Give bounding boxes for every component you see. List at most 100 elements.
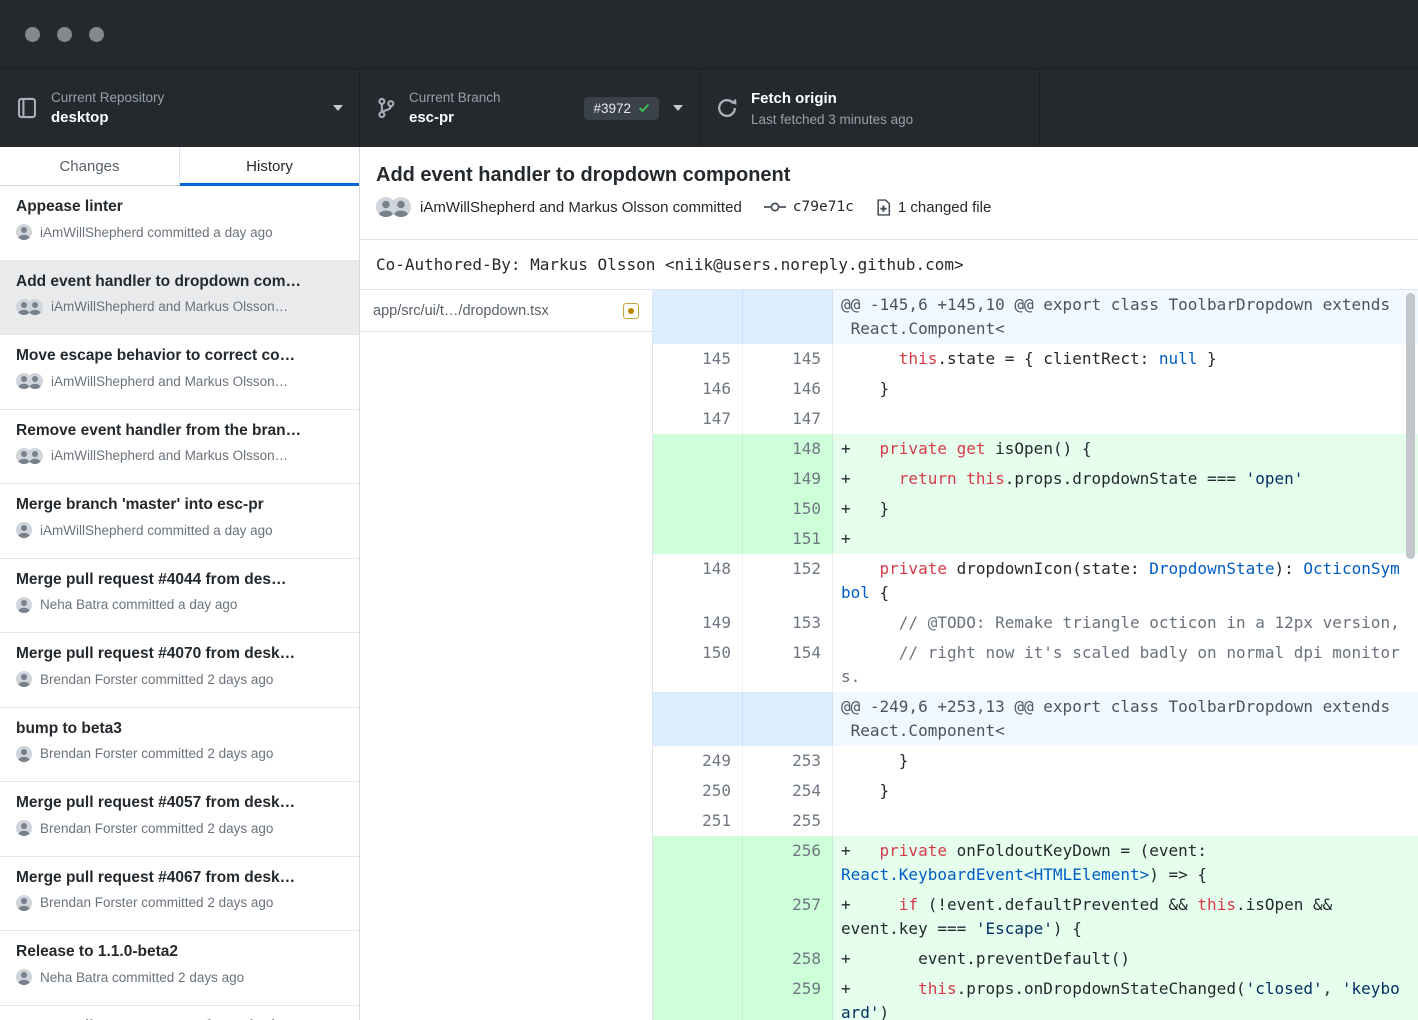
commit-item-meta-text: Brendan Forster committed 2 days ago (40, 672, 273, 687)
branch-selector[interactable]: Current Branch esc-pr #3972 (360, 69, 700, 147)
diff-row-added: 151+ (653, 524, 1418, 554)
pr-number: #3972 (593, 101, 631, 116)
diff-code-line: + private onFoldoutKeyDown = (event:Reac… (833, 836, 1418, 890)
diff-row-context: 250254 } (653, 776, 1418, 806)
toolbar: Current Repository desktop Current Branc… (0, 68, 1418, 147)
diff-row-context: 150154 // right now it's scaled badly on… (653, 638, 1418, 692)
commit-item-meta: iAmWillShepherd and Markus Olsson… (16, 299, 343, 315)
commit-item-title: Appease linter (16, 197, 343, 217)
tab-changes[interactable]: Changes (0, 147, 179, 185)
minimize-button[interactable] (57, 27, 72, 42)
commit-header: Add event handler to dropdown component … (360, 147, 1418, 240)
changed-files-count: 1 changed file (898, 199, 991, 216)
commit-item-meta: Brendan Forster committed 2 days ago (16, 746, 343, 762)
diff-row-context: 249253 } (653, 746, 1418, 776)
diff-code-line: this.state = { clientRect: null } (833, 344, 1418, 374)
diff-code-line: + event.preventDefault() (833, 944, 1418, 974)
file-path: app/src/ui/t…/dropdown.tsx (373, 303, 613, 319)
avatar (16, 224, 32, 240)
commit-sha: c79e71c (793, 199, 854, 215)
commit-item-avatars (16, 522, 32, 538)
new-line-number: 253 (743, 746, 833, 776)
changed-files-list: app/src/ui/t…/dropdown.tsx (360, 290, 653, 1020)
commit-item[interactable]: Add event handler to dropdown com…iAmWil… (0, 261, 359, 336)
diff-code-line (833, 404, 1418, 434)
diff-code-line (833, 806, 1418, 836)
diff-code-line: + (833, 524, 1418, 554)
commit-item-avatars (16, 224, 32, 240)
commit-description: Co-Authored-By: Markus Olsson <niik@user… (360, 240, 1418, 290)
diff-row-context: 145145 this.state = { clientRect: null } (653, 344, 1418, 374)
commit-item[interactable]: bump to beta3 Brendan Forster committed 2… (0, 708, 359, 783)
commit-item-avatars (16, 969, 32, 985)
commit-item-avatars (16, 895, 32, 911)
commit-item[interactable]: Move escape behavior to correct co…iAmWi… (0, 335, 359, 410)
commit-item-title: bump to beta3 (16, 719, 343, 739)
close-button[interactable] (25, 27, 40, 42)
diff-code-line: + if (!event.defaultPrevented && this.is… (833, 890, 1418, 944)
repository-name: desktop (51, 108, 164, 127)
pr-number-badge: #3972 (584, 97, 659, 120)
app-window: Current Repository desktop Current Branc… (0, 0, 1418, 1020)
commit-item-avatars (16, 299, 43, 315)
file-item[interactable]: app/src/ui/t…/dropdown.tsx (360, 290, 652, 332)
fetch-origin-button[interactable]: Fetch origin Last fetched 3 minutes ago (700, 69, 1040, 147)
old-line-number (653, 434, 743, 464)
tab-history[interactable]: History (179, 147, 359, 185)
diff-row-hunk-header: @@ -145,6 +145,10 @@ export class Toolba… (653, 290, 1418, 344)
commit-item-avatars (16, 746, 32, 762)
zoom-button[interactable] (89, 27, 104, 42)
avatar (16, 522, 32, 538)
repository-selector[interactable]: Current Repository desktop (0, 69, 360, 147)
new-line-number: 145 (743, 344, 833, 374)
commit-meta: iAmWillShepherd and Markus Olsson commit… (376, 197, 1402, 217)
commit-item[interactable]: Merge branch 'master' into esc-priAmWill… (0, 484, 359, 559)
avatar (27, 299, 43, 315)
commit-byline: iAmWillShepherd and Markus Olsson commit… (420, 199, 742, 216)
diff-code-line: private dropdownIcon(state: DropdownStat… (833, 554, 1418, 608)
commit-item-meta-text: Neha Batra committed a day ago (40, 597, 237, 612)
commit-item-meta-text: Brendan Forster committed 2 days ago (40, 895, 273, 910)
diff-row-added: 259+ this.props.onDropdownStateChanged('… (653, 974, 1418, 1020)
sidebar-tabs: Changes History (0, 147, 359, 186)
old-line-number (653, 524, 743, 554)
check-icon (638, 103, 650, 113)
new-line-number: 150 (743, 494, 833, 524)
commit-item[interactable]: Merge pull request #4070 from desk…Brend… (0, 633, 359, 708)
commit-item[interactable]: Remove event handler from the bran…iAmWi… (0, 410, 359, 485)
commit-item[interactable]: Merge pull request #4067 from desk…Brend… (0, 857, 359, 932)
chevron-down-icon (333, 105, 343, 111)
new-line-number: 153 (743, 608, 833, 638)
commit-title: Add event handler to dropdown component (376, 162, 1402, 188)
diff-row-added: 149+ return this.props.dropdownState ===… (653, 464, 1418, 494)
git-branch-icon (376, 97, 396, 119)
diff-row-added: 148+ private get isOpen() { (653, 434, 1418, 464)
commit-item[interactable]: Merge pull request #4057 from desk…Brend… (0, 782, 359, 857)
avatar (27, 448, 43, 464)
diff-view: @@ -145,6 +145,10 @@ export class Toolba… (653, 290, 1418, 1020)
new-line-number: 148 (743, 434, 833, 464)
diff-scrollbar[interactable] (1406, 293, 1415, 559)
commit-list: Appease linter iAmWillShepherd committed … (0, 186, 359, 1020)
chevron-down-icon (673, 105, 683, 111)
old-line-number (653, 692, 743, 746)
new-line-number: 256 (743, 836, 833, 890)
new-line-number: 254 (743, 776, 833, 806)
commit-item-avatars (16, 671, 32, 687)
commit-item-title: Merge pull request #4044 from des… (16, 570, 343, 590)
commit-item[interactable]: Merge pull request #4044 from des… Neha B… (0, 559, 359, 634)
diff-code-line: @@ -145,6 +145,10 @@ export class Toolba… (833, 290, 1418, 344)
commit-item-title: Remove event handler from the bran… (16, 421, 343, 441)
changed-files-group: 1 changed file (876, 199, 991, 216)
avatar (16, 969, 32, 985)
diff-row-context: 146146 } (653, 374, 1418, 404)
avatar (16, 746, 32, 762)
branch-label: Current Branch (409, 89, 501, 106)
commit-item[interactable]: Merge pull request #4072 from desk… (0, 1006, 359, 1020)
old-line-number (653, 290, 743, 344)
commit-item[interactable]: Appease linter iAmWillShepherd committed … (0, 186, 359, 261)
commit-item-meta-text: iAmWillShepherd committed a day ago (40, 225, 273, 240)
new-line-number: 255 (743, 806, 833, 836)
old-line-number: 146 (653, 374, 743, 404)
commit-item[interactable]: Release to 1.1.0-beta2Neha Batra committ… (0, 931, 359, 1006)
